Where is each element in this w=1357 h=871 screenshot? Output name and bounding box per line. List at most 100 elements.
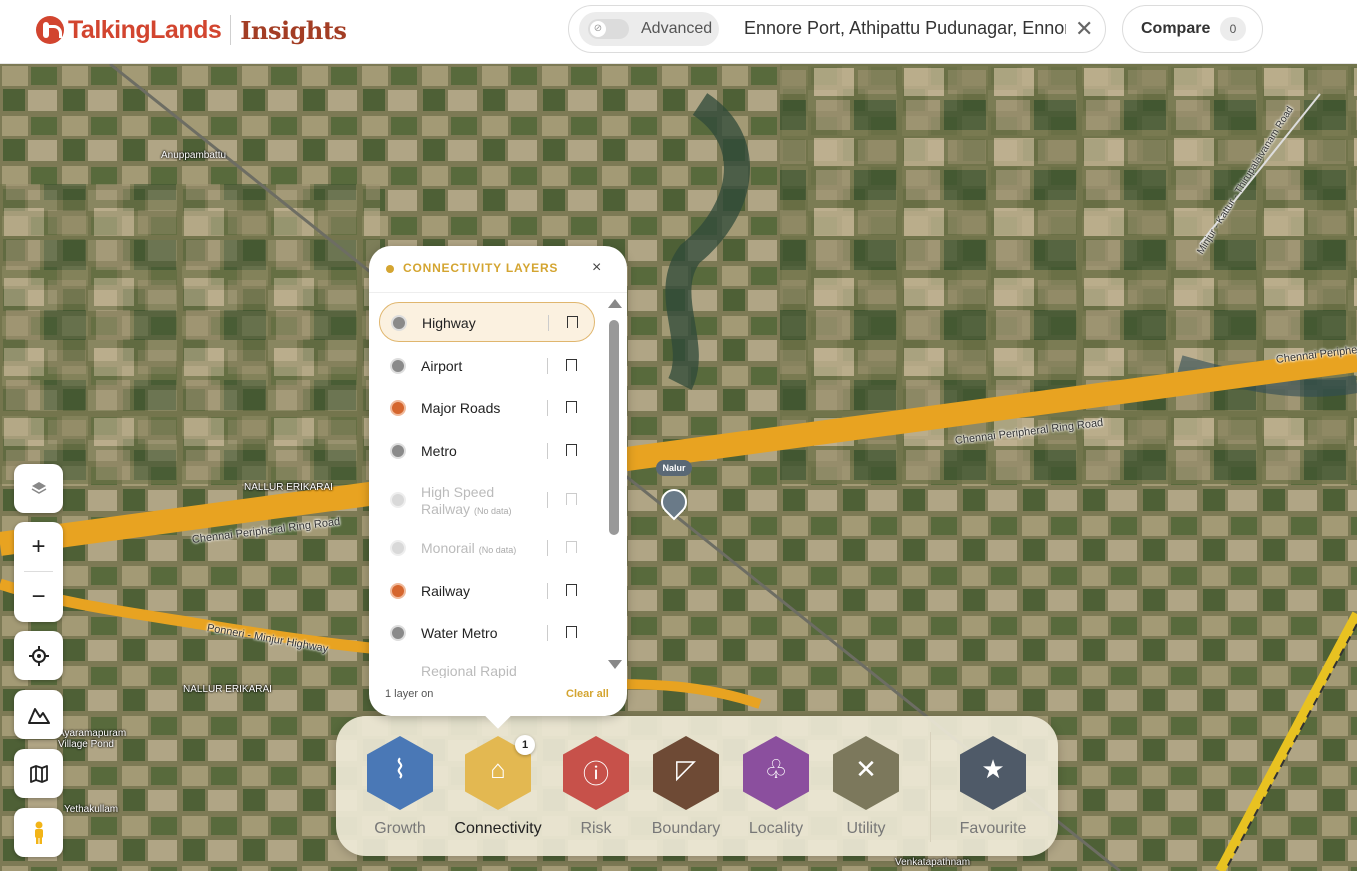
terrain-button[interactable]	[14, 690, 63, 739]
locality-icon: ♧	[764, 754, 788, 784]
active-count-badge: 1	[515, 735, 535, 755]
layer-label: Water Metro	[421, 625, 498, 641]
scroll-down-icon[interactable]	[608, 660, 622, 669]
dock-label: Favourite	[959, 820, 1027, 837]
road-icon	[390, 400, 406, 416]
layer-divider	[547, 540, 548, 556]
search-input[interactable]: Ennore Port, Athipattu Pudunagar, Ennore	[744, 18, 1066, 39]
layer-label-text: Monorail	[421, 540, 475, 556]
bookmark-icon	[566, 493, 577, 505]
toggle-switch[interactable]: ⊘	[588, 19, 629, 39]
logo-divider	[230, 15, 232, 45]
layer-item-airport[interactable]: Airport	[379, 346, 595, 386]
dock-label: Connectivity	[454, 820, 542, 837]
place-label: Ayaramapuram Village Pond	[58, 728, 127, 750]
clear-all-button[interactable]: Clear all	[566, 688, 609, 700]
layer-label: Airport	[421, 358, 463, 374]
bookmark-icon[interactable]	[566, 444, 577, 456]
category-dock: ⌇ Growth ⌂ 1 Connectivity ⓘ Risk ◸ Bound…	[336, 716, 1058, 856]
layer-divider	[547, 583, 548, 599]
dock-item-connectivity[interactable]: ⌂ 1 Connectivity	[453, 732, 543, 842]
product-name: Insights	[240, 15, 347, 45]
dock-item-boundary[interactable]: ◸ Boundary	[641, 732, 731, 842]
dock-item-risk[interactable]: ⓘ Risk	[551, 732, 641, 842]
dock-label: Growth	[374, 820, 426, 837]
layer-divider	[547, 358, 548, 374]
layer-label: Major Roads	[421, 400, 501, 416]
dock-label: Boundary	[651, 820, 721, 837]
water-metro-icon	[390, 625, 406, 641]
layer-label: Highway	[422, 315, 476, 331]
map-style-button[interactable]	[14, 749, 63, 798]
high-speed-rail-icon	[390, 492, 406, 508]
place-label: NALLUR ERIKARAI	[244, 482, 333, 493]
zoom-out-button[interactable]: −	[14, 572, 63, 621]
pin-label: Nalur	[656, 460, 692, 476]
dock-item-favourite[interactable]: ★ Favourite	[948, 732, 1038, 842]
compare-count-badge: 0	[1220, 17, 1246, 41]
layer-label: High Speed Railway (No data)	[421, 484, 531, 520]
top-bar: TalkingLands Insights ⊘ Advanced Ennore …	[0, 0, 1357, 64]
bookmark-icon	[566, 541, 577, 553]
scrollbar[interactable]	[609, 320, 619, 535]
bookmark-icon[interactable]	[566, 401, 577, 413]
place-label: Venkatapathnam	[895, 857, 971, 868]
mountain-icon	[27, 707, 50, 724]
toggle-off-icon: ⊘	[590, 21, 606, 37]
layer-list: Highway Airport Major Roads Metro High S…	[369, 298, 609, 678]
no-data-label: (No data)	[478, 545, 517, 555]
layer-item-railway[interactable]: Railway	[379, 571, 595, 611]
layer-item-major-roads[interactable]: Major Roads	[379, 388, 595, 428]
street-view-button[interactable]	[14, 808, 63, 857]
train-icon: ⌂	[490, 754, 506, 784]
layer-item-metro[interactable]: Metro	[379, 431, 595, 471]
dock-item-locality[interactable]: ♧ Locality	[731, 732, 821, 842]
layer-label: Metro	[421, 443, 457, 459]
locate-button[interactable]	[14, 631, 63, 680]
layer-divider	[547, 443, 548, 459]
scroll-up-icon[interactable]	[608, 299, 622, 308]
place-label: Yethakullam	[64, 804, 119, 815]
alert-icon: ⓘ	[582, 759, 609, 789]
layer-label: Regional Rapid	[421, 663, 517, 678]
pegman-icon	[34, 821, 43, 844]
layers-icon	[31, 481, 46, 494]
place-label: Anuppambattu	[161, 150, 227, 161]
layer-divider	[547, 400, 548, 416]
layers-button[interactable]	[14, 464, 63, 513]
advanced-toggle[interactable]: ⊘ Advanced	[579, 12, 719, 46]
connectivity-layers-panel: CONNECTIVITY LAYERS × Highway Airport Ma…	[369, 246, 627, 716]
star-icon: ★	[981, 754, 1005, 784]
bookmark-icon[interactable]	[566, 626, 577, 638]
clear-search-icon[interactable]: ✕	[1075, 16, 1093, 42]
layer-item-highway[interactable]: Highway	[379, 302, 595, 342]
panel-dot	[386, 265, 394, 273]
place-label: NALLUR ERIKARAI	[183, 684, 272, 695]
logo[interactable]: TalkingLands Insights	[36, 14, 347, 46]
brand-name: TalkingLands	[68, 15, 222, 44]
bookmark-icon[interactable]	[566, 359, 577, 371]
layer-item-regional-rapid[interactable]: Regional Rapid	[379, 657, 595, 678]
layer-divider	[547, 625, 548, 641]
dock-item-growth[interactable]: ⌇ Growth	[355, 732, 445, 842]
search-bar: ⊘ Advanced Ennore Port, Athipattu Puduna…	[568, 5, 1106, 53]
airport-icon	[390, 358, 406, 374]
layers-on-count: 1 layer on	[385, 688, 434, 700]
layer-label: Monorail (No data)	[421, 540, 516, 556]
bookmark-icon[interactable]	[567, 316, 578, 328]
dock-item-utility[interactable]: ✕ Utility	[821, 732, 911, 842]
monorail-icon	[390, 540, 406, 556]
logo-mark-icon	[36, 16, 64, 44]
panel-title: CONNECTIVITY LAYERS	[403, 261, 559, 275]
close-icon[interactable]: ×	[592, 259, 601, 277]
compare-label: Compare	[1141, 20, 1211, 37]
layer-item-monorail: Monorail (No data)	[379, 528, 595, 568]
metro-icon	[390, 443, 406, 459]
layer-item-water-metro[interactable]: Water Metro	[379, 613, 595, 653]
layer-divider	[547, 492, 548, 508]
compare-button[interactable]: Compare 0	[1122, 5, 1263, 53]
bookmark-icon[interactable]	[566, 584, 577, 596]
crosshair-icon	[28, 645, 49, 666]
advanced-label: Advanced	[641, 20, 713, 37]
zoom-in-button[interactable]: +	[14, 522, 63, 571]
